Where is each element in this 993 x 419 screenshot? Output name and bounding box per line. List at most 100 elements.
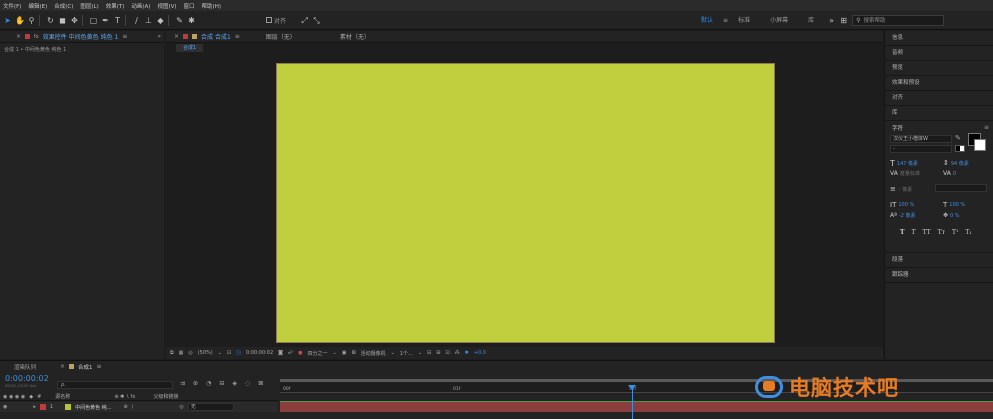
panel-menu-icon[interactable]: ≡ (235, 33, 240, 40)
panel-preview[interactable]: 预览 (885, 61, 993, 76)
all-caps-button[interactable]: TT (922, 229, 930, 236)
hand-tool-icon[interactable]: ✋ (15, 16, 25, 25)
fast-preview-icon[interactable]: ⊞ (436, 350, 440, 356)
stroke-type-dropdown[interactable] (935, 184, 987, 192)
expand-panels-icon[interactable]: » (157, 33, 161, 40)
region-of-interest-icon[interactable]: ▣ (342, 350, 347, 356)
show-snapshot-icon[interactable]: ☍ (288, 350, 293, 356)
panel-paragraph[interactable]: 段落 (885, 253, 993, 268)
stroke-color-swatch[interactable] (974, 139, 986, 151)
visibility-icon[interactable]: ◉ (3, 404, 7, 410)
parent-link-header[interactable]: 父级和链接 (153, 393, 178, 400)
menu-edit[interactable]: 编辑(E) (28, 2, 47, 10)
camera-tool-icon[interactable]: ◼ (58, 16, 67, 25)
panel-info[interactable]: 信息 (885, 31, 993, 46)
grid-icon[interactable]: ▦ (179, 350, 184, 356)
menu-window[interactable]: 窗口 (184, 2, 195, 10)
keyframe-icon[interactable]: ◌ (245, 380, 250, 387)
layer-quality-icon[interactable]: ∕ (132, 404, 134, 410)
motion-blur-icon[interactable]: ◔ (206, 380, 211, 387)
close-icon[interactable]: × (60, 363, 65, 370)
font-style-dropdown[interactable]: - (890, 145, 952, 153)
faux-italic-button[interactable]: T (911, 229, 915, 236)
horizontal-scale-value[interactable]: 100 % (949, 202, 965, 208)
layer-switch-icon[interactable]: ⊕ (123, 404, 127, 410)
expand-layer-icon[interactable]: ▸ (33, 404, 36, 410)
timeline-comp-tab[interactable]: 合成1 (78, 363, 93, 371)
resolution-icon[interactable]: ⊡ (227, 350, 231, 356)
safe-area-icon[interactable]: ◳ (236, 350, 241, 356)
color-channel-icon[interactable]: ● (298, 350, 302, 356)
layer-tab[interactable]: 图层（无） (266, 32, 296, 41)
menu-layer[interactable]: 图层(L) (80, 2, 98, 10)
exposure-value[interactable]: +0.0 (474, 350, 486, 356)
flowchart-icon[interactable]: ⁂ (455, 350, 460, 356)
tracking-value[interactable]: 0 (953, 171, 956, 177)
toggle-pixel-icon[interactable]: ⊟ (427, 350, 431, 356)
exposure-icon[interactable]: ✱ (465, 350, 469, 356)
baseline-shift-value[interactable]: -2 像素 (899, 212, 916, 219)
expand-icon[interactable]: ⤡ (312, 16, 321, 25)
snapshot-icon[interactable]: ◙ (278, 350, 283, 356)
menu-effect[interactable]: 效果(T) (106, 2, 125, 10)
type-tool-icon[interactable]: T (113, 16, 122, 25)
small-caps-button[interactable]: Tт (938, 229, 945, 236)
sync-icon[interactable]: ⊞ (839, 16, 848, 25)
brush-tool-icon[interactable]: ∕ (132, 16, 141, 25)
roto-brush-tool-icon[interactable]: ✎ (175, 16, 184, 25)
frame-blend-icon[interactable]: ⊛ (193, 380, 198, 387)
always-preview-icon[interactable]: ⧉ (170, 350, 174, 356)
snap-icon[interactable]: ⤢ (300, 16, 309, 25)
menu-animation[interactable]: 动画(A) (131, 2, 150, 10)
shy-icon[interactable]: ⇉ (180, 380, 185, 387)
comp-flowchart-icon[interactable]: ⊠ (258, 380, 263, 387)
timeline-icon[interactable]: ⊡ (445, 350, 449, 356)
panel-menu-icon[interactable]: ≡ (984, 124, 989, 131)
parent-pick-whip-icon[interactable]: ◎ (179, 404, 183, 410)
help-search[interactable]: ⚲ 搜索帮助 (852, 14, 945, 26)
font-family-dropdown[interactable]: 汉仪王小楷体W (890, 135, 952, 143)
graph-editor-icon[interactable]: ◈ (232, 380, 237, 387)
layer-label-color[interactable] (39, 404, 46, 410)
workspace-small-screen[interactable]: 小屏幕 (760, 11, 798, 30)
comp-chip[interactable]: 合成1 (176, 44, 204, 52)
panel-menu-icon[interactable]: ≡ (97, 363, 102, 370)
transparency-grid-icon[interactable]: ⊠ (351, 350, 355, 356)
selection-tool-icon[interactable]: ➤ (3, 16, 12, 25)
zoom-dropdown[interactable]: (50%) (198, 350, 213, 356)
workspace-library[interactable]: 库 (798, 11, 824, 30)
panel-library[interactable]: 库 (885, 106, 993, 121)
rotate-tool-icon[interactable]: ↻ (46, 16, 55, 25)
close-icon[interactable]: × (16, 33, 21, 40)
panel-align[interactable]: 对齐 (885, 91, 993, 106)
menu-file[interactable]: 文件(F) (3, 2, 21, 10)
timeline-search[interactable]: ρ. (57, 381, 173, 389)
leading-value[interactable]: 94 像素 (951, 160, 969, 167)
more-workspaces-icon[interactable]: » (827, 16, 836, 25)
draft-3d-icon[interactable]: ⊟ (219, 380, 224, 387)
superscript-button[interactable]: T¹ (952, 229, 958, 236)
tsume-value[interactable]: 0 % (950, 213, 960, 219)
rectangle-tool-icon[interactable]: ▢ (89, 16, 98, 25)
mask-visibility-icon[interactable]: ◎ (188, 350, 192, 356)
vertical-scale-value[interactable]: 100 % (898, 202, 914, 208)
menu-composition[interactable]: 合成(C) (54, 2, 73, 10)
effect-controls-tab[interactable]: 效果控件 中间色黄色 纯色 1 (43, 32, 119, 41)
close-icon[interactable]: × (174, 33, 179, 40)
timeline-timecode[interactable]: 0:00:00:02 (5, 374, 49, 383)
zoom-tool-icon[interactable]: ⚲ (27, 16, 36, 25)
menu-view[interactable]: 视图(V) (157, 2, 176, 10)
views-dropdown[interactable]: 1个... (400, 350, 413, 357)
panel-tracker[interactable]: 跟踪器 (885, 268, 993, 283)
clone-stamp-tool-icon[interactable]: ⊥ (144, 16, 153, 25)
current-time-indicator[interactable] (632, 387, 633, 419)
stroke-width-value[interactable]: - 像素 (899, 186, 912, 193)
puppet-tool-icon[interactable]: ✱ (187, 16, 196, 25)
footage-tab[interactable]: 素材（无） (340, 32, 370, 41)
comp-lock-icon[interactable] (183, 34, 189, 39)
faux-bold-button[interactable]: T (900, 229, 904, 236)
menu-help[interactable]: 帮助(H) (202, 2, 221, 10)
subscript-button[interactable]: T₁ (965, 229, 971, 236)
source-name-header[interactable]: 源名称 (55, 393, 70, 400)
layer-duration-bar[interactable] (280, 402, 993, 412)
